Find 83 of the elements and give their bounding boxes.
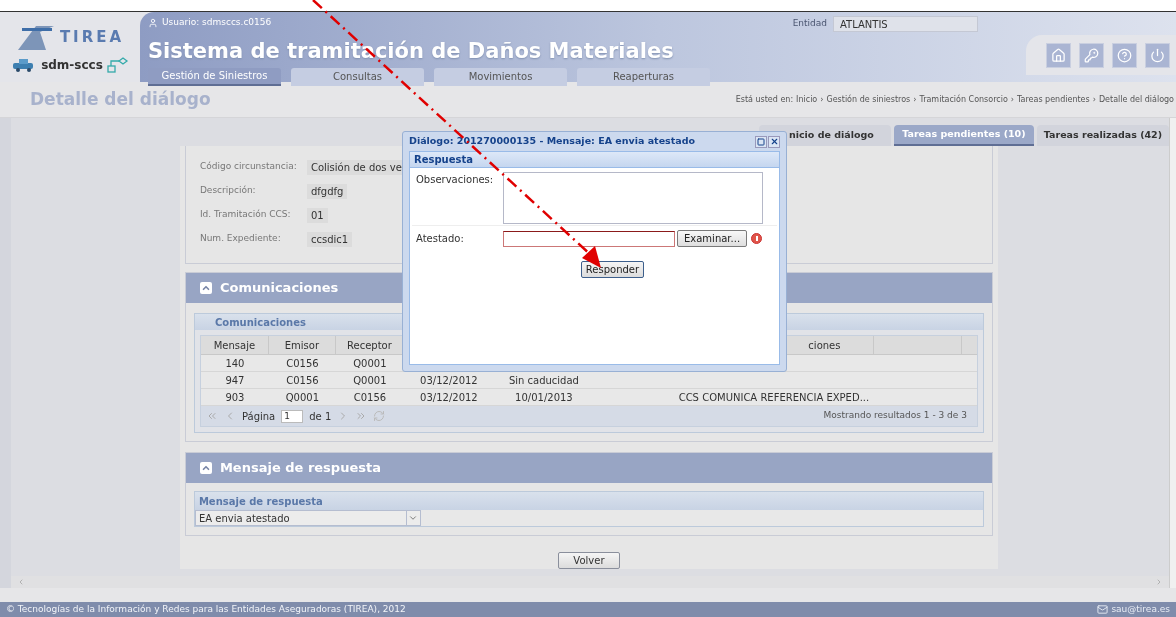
field-label: Descripción: [199,184,257,198]
entity-field[interactable]: ATLANTIS [833,16,978,32]
column-header: Emisor [284,338,320,353]
maximize-button[interactable] [755,135,767,148]
nav-tab[interactable]: Reaperturas [577,67,710,86]
table-cell-text: 03/12/2012 [420,390,478,405]
app-title: Sistema de tramitación de Daños Materiales [148,37,675,65]
user-icon [148,17,158,28]
browse-button[interactable]: Examinar... [677,230,748,247]
section-title: Respuesta [414,153,473,167]
breadcrumb-link[interactable]: Detalle del diálogo [1098,93,1174,106]
table-cell-text: C0156 [353,390,387,405]
collapse-icon[interactable] [199,462,212,474]
field-label: Num. Expediente: [199,232,282,246]
table-cell-text: 903 [225,390,245,405]
breadcrumb-link[interactable]: Gestión de siniestros [826,93,911,106]
refresh-icon[interactable] [373,410,386,422]
grid-title: Mensaje de respuesta [198,494,323,509]
nav-tab[interactable]: Consultas [291,67,424,86]
table-cell-text: 10/01/2013 [515,390,573,405]
collapse-icon[interactable] [199,282,212,294]
breadcrumb-link[interactable]: Tareas pendientes [1017,93,1090,106]
copyright-text: © Tecnologías de la Información y Redes para las Entidades Aseguradoras (TIREA), 2012 [6,602,406,616]
field-value: dfgdfg [306,183,348,199]
field-label: Id. Tramitación CCS: [199,208,292,222]
dialog-title: Diálogo: 201270000135 - Mensaje: EA envia atestado [409,134,696,149]
nav-tab[interactable]: Movimientos [434,67,567,86]
field-label: Código circunstancia: [199,160,298,174]
close-button[interactable] [768,135,780,148]
table-cell-text: Q0001 [353,356,387,371]
table-cell-text: Q0001 [353,373,387,388]
breadcrumb-separator: › [820,93,824,106]
section-title: Comunicaciones [219,279,339,298]
page-field[interactable]: 1 [281,409,304,423]
column-header: ciones [807,338,841,353]
section-title: Mensaje de respuesta [219,459,381,478]
table-cell-text: C0156 [286,373,319,388]
page-count: de 1 [309,409,332,424]
breadcrumb-separator: › [1010,93,1014,106]
error-icon [751,233,763,244]
vertical-scrollbar[interactable] [1168,118,1176,588]
table-cell-text: C0156 [286,356,319,371]
breadcrumb-separator: › [913,93,917,106]
breadcrumb-link[interactable]: Tramitación Consorcio [919,93,1008,106]
respond-button[interactable]: Responder [581,261,644,278]
file-field[interactable] [503,230,675,247]
table-cell-text: Sin caducidad [508,373,579,388]
table-cell-text: 140 [225,356,245,371]
breadcrumb-prefix: Está usted en: [735,93,794,106]
observations-field[interactable] [503,172,763,224]
tab[interactable]: Tareas realizadas (42) [1036,125,1169,146]
field-value: 01 [306,207,328,223]
table-cell-text: 03/12/2012 [420,373,478,388]
response-select[interactable]: EA envia atestado [194,510,421,526]
app-name: sdm-sccs [41,57,103,74]
column-header: Receptor [347,338,392,353]
field-label: Atestado: [416,232,465,246]
table-cell-text: CCS COMUNICA REFERENCIA EXPED... [677,390,870,405]
entity-label: Entidad [792,17,827,31]
power-button[interactable] [1145,42,1170,68]
back-button[interactable]: Volver [557,552,620,569]
user-label: Usuario: sdmsccs.c0156 [162,16,272,29]
column-header: Mensaje [213,338,256,353]
results-summary: Mostrando resultados 1 - 3 de 3 [823,409,967,423]
help-icon [1117,47,1132,63]
dropdown-icon [408,513,419,523]
keys-button[interactable] [1079,42,1104,68]
page-title: Detalle del diálogo [30,87,211,111]
grid-title: Comunicaciones [214,315,306,330]
breadcrumb-link[interactable]: Inicio [796,93,818,106]
field-value: ccsdic1 [306,231,353,247]
table-cell-text: 947 [225,373,245,388]
page-label: Página [241,409,276,424]
workflow-icon [106,57,129,73]
logo-text: TIREA [59,26,125,48]
field-label: Observaciones: [416,173,495,187]
home-icon [1051,47,1066,63]
table-cell-text: Q0001 [285,390,320,405]
home-button[interactable] [1046,42,1071,68]
help-button[interactable] [1112,42,1137,68]
power-icon [1150,47,1165,63]
breadcrumb-separator: › [1092,93,1096,106]
mail-icon [1097,604,1109,615]
